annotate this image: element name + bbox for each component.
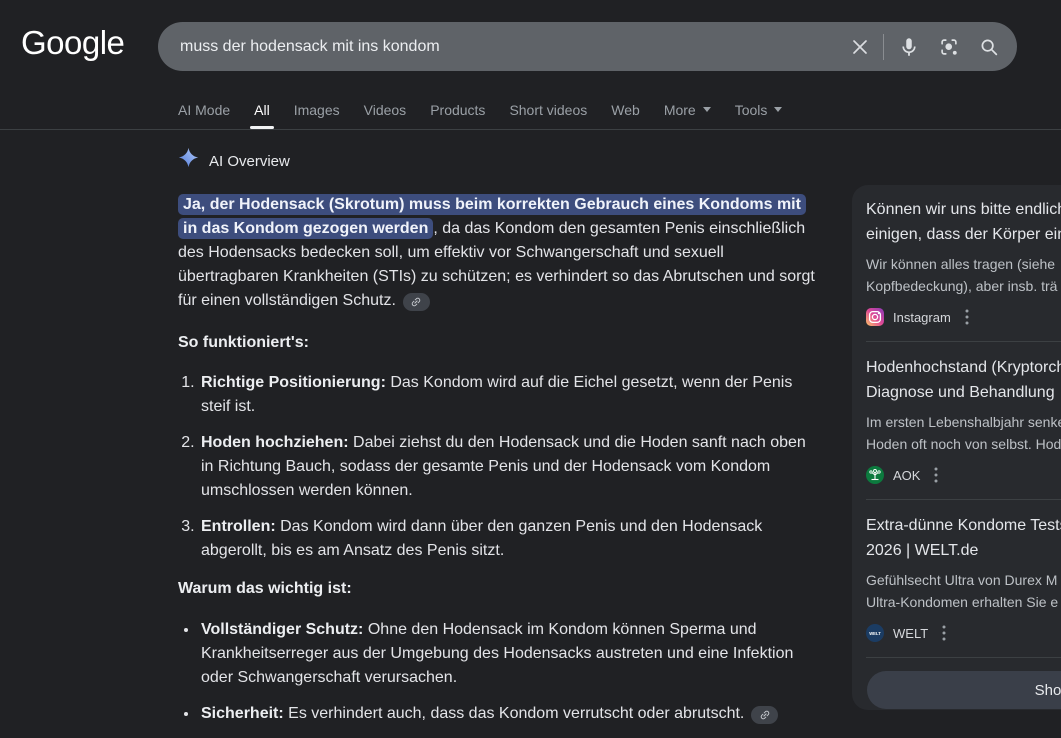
card-description: Im ersten Lebenshalbjahr senke Hoden oft… xyxy=(866,411,1061,455)
tab-videos[interactable]: Videos xyxy=(364,100,407,129)
card-title[interactable]: Extra-dünne Kondome Testsi 2026 | WELT.d… xyxy=(866,513,1061,563)
ai-overview-header: AI Overview xyxy=(178,147,818,176)
card-title[interactable]: Können wir uns bitte endlich einigen, da… xyxy=(866,197,1061,247)
bullet-list: Vollständiger Schutz: Ohne den Hodensack… xyxy=(178,618,818,726)
google-lens-icon[interactable] xyxy=(937,35,961,59)
ai-answer-paragraph: Ja, der Hodensack (Skrotum) muss beim ko… xyxy=(178,193,818,313)
tab-products[interactable]: Products xyxy=(430,100,485,129)
steps-list: Richtige Positionierung: Das Kondom wird… xyxy=(178,371,818,563)
google-logo[interactable]: Google xyxy=(21,24,124,62)
card-divider xyxy=(866,499,1061,500)
tab-ai-mode[interactable]: AI Mode xyxy=(178,100,230,129)
source-card[interactable]: Können wir uns bitte endlich einigen, da… xyxy=(866,197,1061,342)
more-options-icon[interactable] xyxy=(965,309,969,325)
search-icon[interactable] xyxy=(977,35,1001,59)
card-divider xyxy=(866,657,1061,658)
tab-tools[interactable]: Tools xyxy=(735,100,783,129)
svg-text:WELT: WELT xyxy=(869,631,881,636)
search-input[interactable]: muss der hodensack mit ins kondom xyxy=(180,38,440,56)
more-options-icon[interactable] xyxy=(934,467,938,483)
list-item: Entrollen: Das Kondom wird dann über den… xyxy=(199,515,818,563)
source-card[interactable]: Hodenhochstand (Kryptorchi Diagnose und … xyxy=(866,355,1061,500)
card-divider xyxy=(866,341,1061,342)
card-description: Wir können alles tragen (siehe Kopfbedec… xyxy=(866,253,1061,297)
more-options-icon[interactable] xyxy=(942,625,946,641)
microphone-icon[interactable] xyxy=(897,35,921,59)
list-item: Sicherheit: Es verhindert auch, dass das… xyxy=(199,702,818,726)
tab-more[interactable]: More xyxy=(664,100,711,129)
source-name: Instagram xyxy=(893,310,951,325)
tab-all[interactable]: All xyxy=(254,100,270,129)
card-title[interactable]: Hodenhochstand (Kryptorchi Diagnose und … xyxy=(866,355,1061,405)
list-item: Vollständiger Schutz: Ohne den Hodensack… xyxy=(199,618,818,690)
section-heading-how-it-works: So funktioniert's: xyxy=(178,331,818,355)
chevron-down-icon xyxy=(703,107,711,112)
list-item: Richtige Positionierung: Das Kondom wird… xyxy=(199,371,818,419)
source-name: WELT xyxy=(893,626,928,641)
tab-web[interactable]: Web xyxy=(611,100,640,129)
search-divider xyxy=(883,34,884,60)
source-link-chip[interactable] xyxy=(751,706,778,724)
card-description: Gefühlsecht Ultra von Durex M Ultra-Kond… xyxy=(866,569,1061,613)
section-heading-why-important: Warum das wichtig ist: xyxy=(178,577,818,601)
tab-images[interactable]: Images xyxy=(294,100,340,129)
show-all-button[interactable]: Show all xyxy=(867,671,1061,709)
instagram-icon xyxy=(866,308,884,326)
source-name: AOK xyxy=(893,468,920,483)
welt-icon: WELT xyxy=(866,624,884,642)
aok-icon xyxy=(866,466,884,484)
header-divider xyxy=(0,129,1061,130)
search-bar[interactable]: muss der hodensack mit ins kondom xyxy=(158,22,1017,71)
tab-short-videos[interactable]: Short videos xyxy=(509,100,587,129)
ai-overview-panel: AI Overview Ja, der Hodensack (Skrotum) … xyxy=(178,147,818,738)
result-type-tabs: AI Mode All Images Videos Products Short… xyxy=(178,100,782,129)
chevron-down-icon xyxy=(774,107,782,112)
sparkle-icon xyxy=(178,147,199,176)
ai-overview-label: AI Overview xyxy=(209,150,290,174)
source-card[interactable]: Extra-dünne Kondome Testsi 2026 | WELT.d… xyxy=(866,513,1061,658)
source-link-chip[interactable] xyxy=(403,293,430,311)
sources-panel: Können wir uns bitte endlich einigen, da… xyxy=(852,185,1061,710)
list-item: Hoden hochziehen: Dabei ziehst du den Ho… xyxy=(199,431,818,503)
clear-icon[interactable] xyxy=(848,35,872,59)
